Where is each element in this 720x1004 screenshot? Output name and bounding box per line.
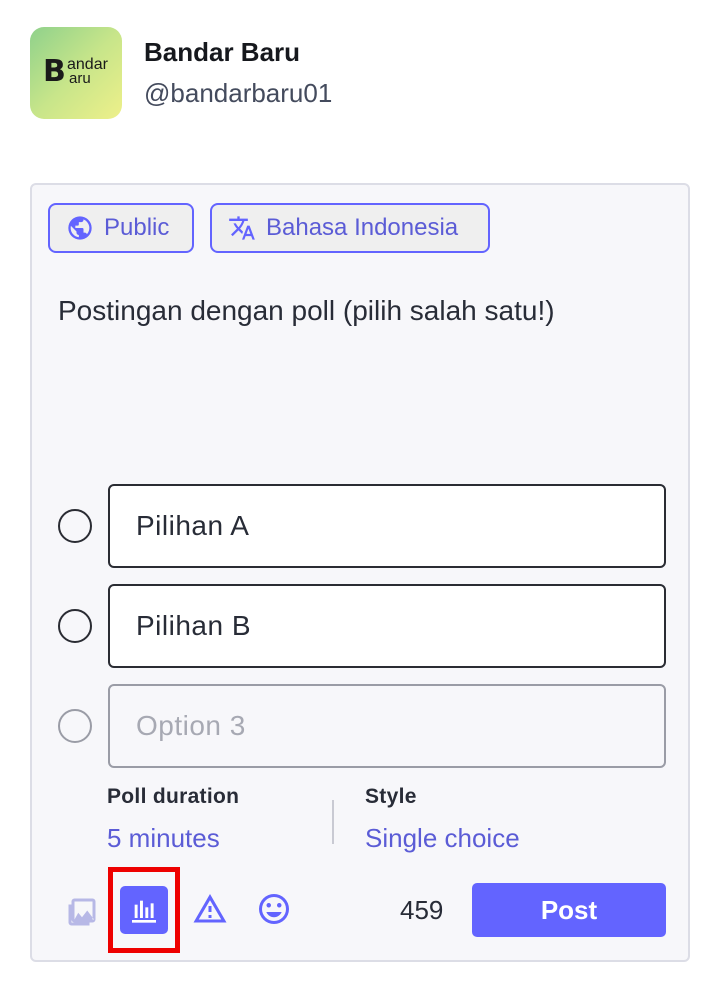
settings-divider xyxy=(332,800,334,844)
translate-icon xyxy=(229,216,255,240)
emoji-picker-button[interactable] xyxy=(248,883,300,935)
avatar-letter: B xyxy=(43,54,66,89)
display-name: Bandar Baru xyxy=(144,37,301,67)
language-label: Bahasa Indonesia xyxy=(266,214,459,241)
visibility-label: Public xyxy=(104,214,170,241)
poll-option-input[interactable]: Pilihan B xyxy=(108,584,666,668)
account-header: B andar aru Bandar Baru @bandarbaru01 xyxy=(30,27,332,119)
account-names: Bandar Baru @bandarbaru01 xyxy=(144,36,332,110)
poll-option-2: Pilihan B xyxy=(54,584,666,668)
poll-option-radio xyxy=(58,709,92,743)
poll-style-value[interactable]: Single choice xyxy=(365,823,520,854)
status-textarea[interactable]: Postingan dengan poll (pilih salah satu!… xyxy=(58,295,555,327)
poll-icon xyxy=(132,900,156,923)
avatar-text-line2: aru xyxy=(69,70,91,87)
account-handle: @bandarbaru01 xyxy=(144,78,333,108)
poll-option-1: Pilihan A xyxy=(54,484,666,568)
poll-option-input[interactable]: Option 3 xyxy=(108,684,666,768)
poll-duration-label: Poll duration xyxy=(107,785,240,808)
add-media-button[interactable] xyxy=(56,883,108,935)
emoji-icon xyxy=(259,894,289,924)
image-icon xyxy=(68,898,96,926)
globe-icon xyxy=(68,216,92,240)
character-counter: 459 xyxy=(400,895,444,925)
poll-toggle-button[interactable] xyxy=(108,867,180,953)
compose-form: Public Bahasa Indonesia Postingan dengan… xyxy=(30,183,690,962)
post-button[interactable]: Post xyxy=(472,883,666,937)
poll-option-input[interactable]: Pilihan A xyxy=(108,484,666,568)
poll-style-setting[interactable]: Style Single choice xyxy=(365,785,520,854)
content-warning-button[interactable] xyxy=(184,883,236,935)
poll-duration-setting[interactable]: Poll duration 5 minutes xyxy=(107,785,239,854)
poll-option-3: Option 3 xyxy=(54,684,666,768)
poll-option-radio xyxy=(58,609,92,643)
poll-toggle-active xyxy=(120,886,168,934)
poll-duration-value[interactable]: 5 minutes xyxy=(107,823,239,854)
avatar[interactable]: B andar aru xyxy=(30,27,122,119)
poll-option-radio xyxy=(58,509,92,543)
warning-icon xyxy=(193,894,227,923)
language-button[interactable]: Bahasa Indonesia xyxy=(210,203,490,253)
poll-style-label: Style xyxy=(365,785,417,808)
visibility-button[interactable]: Public xyxy=(48,203,194,253)
